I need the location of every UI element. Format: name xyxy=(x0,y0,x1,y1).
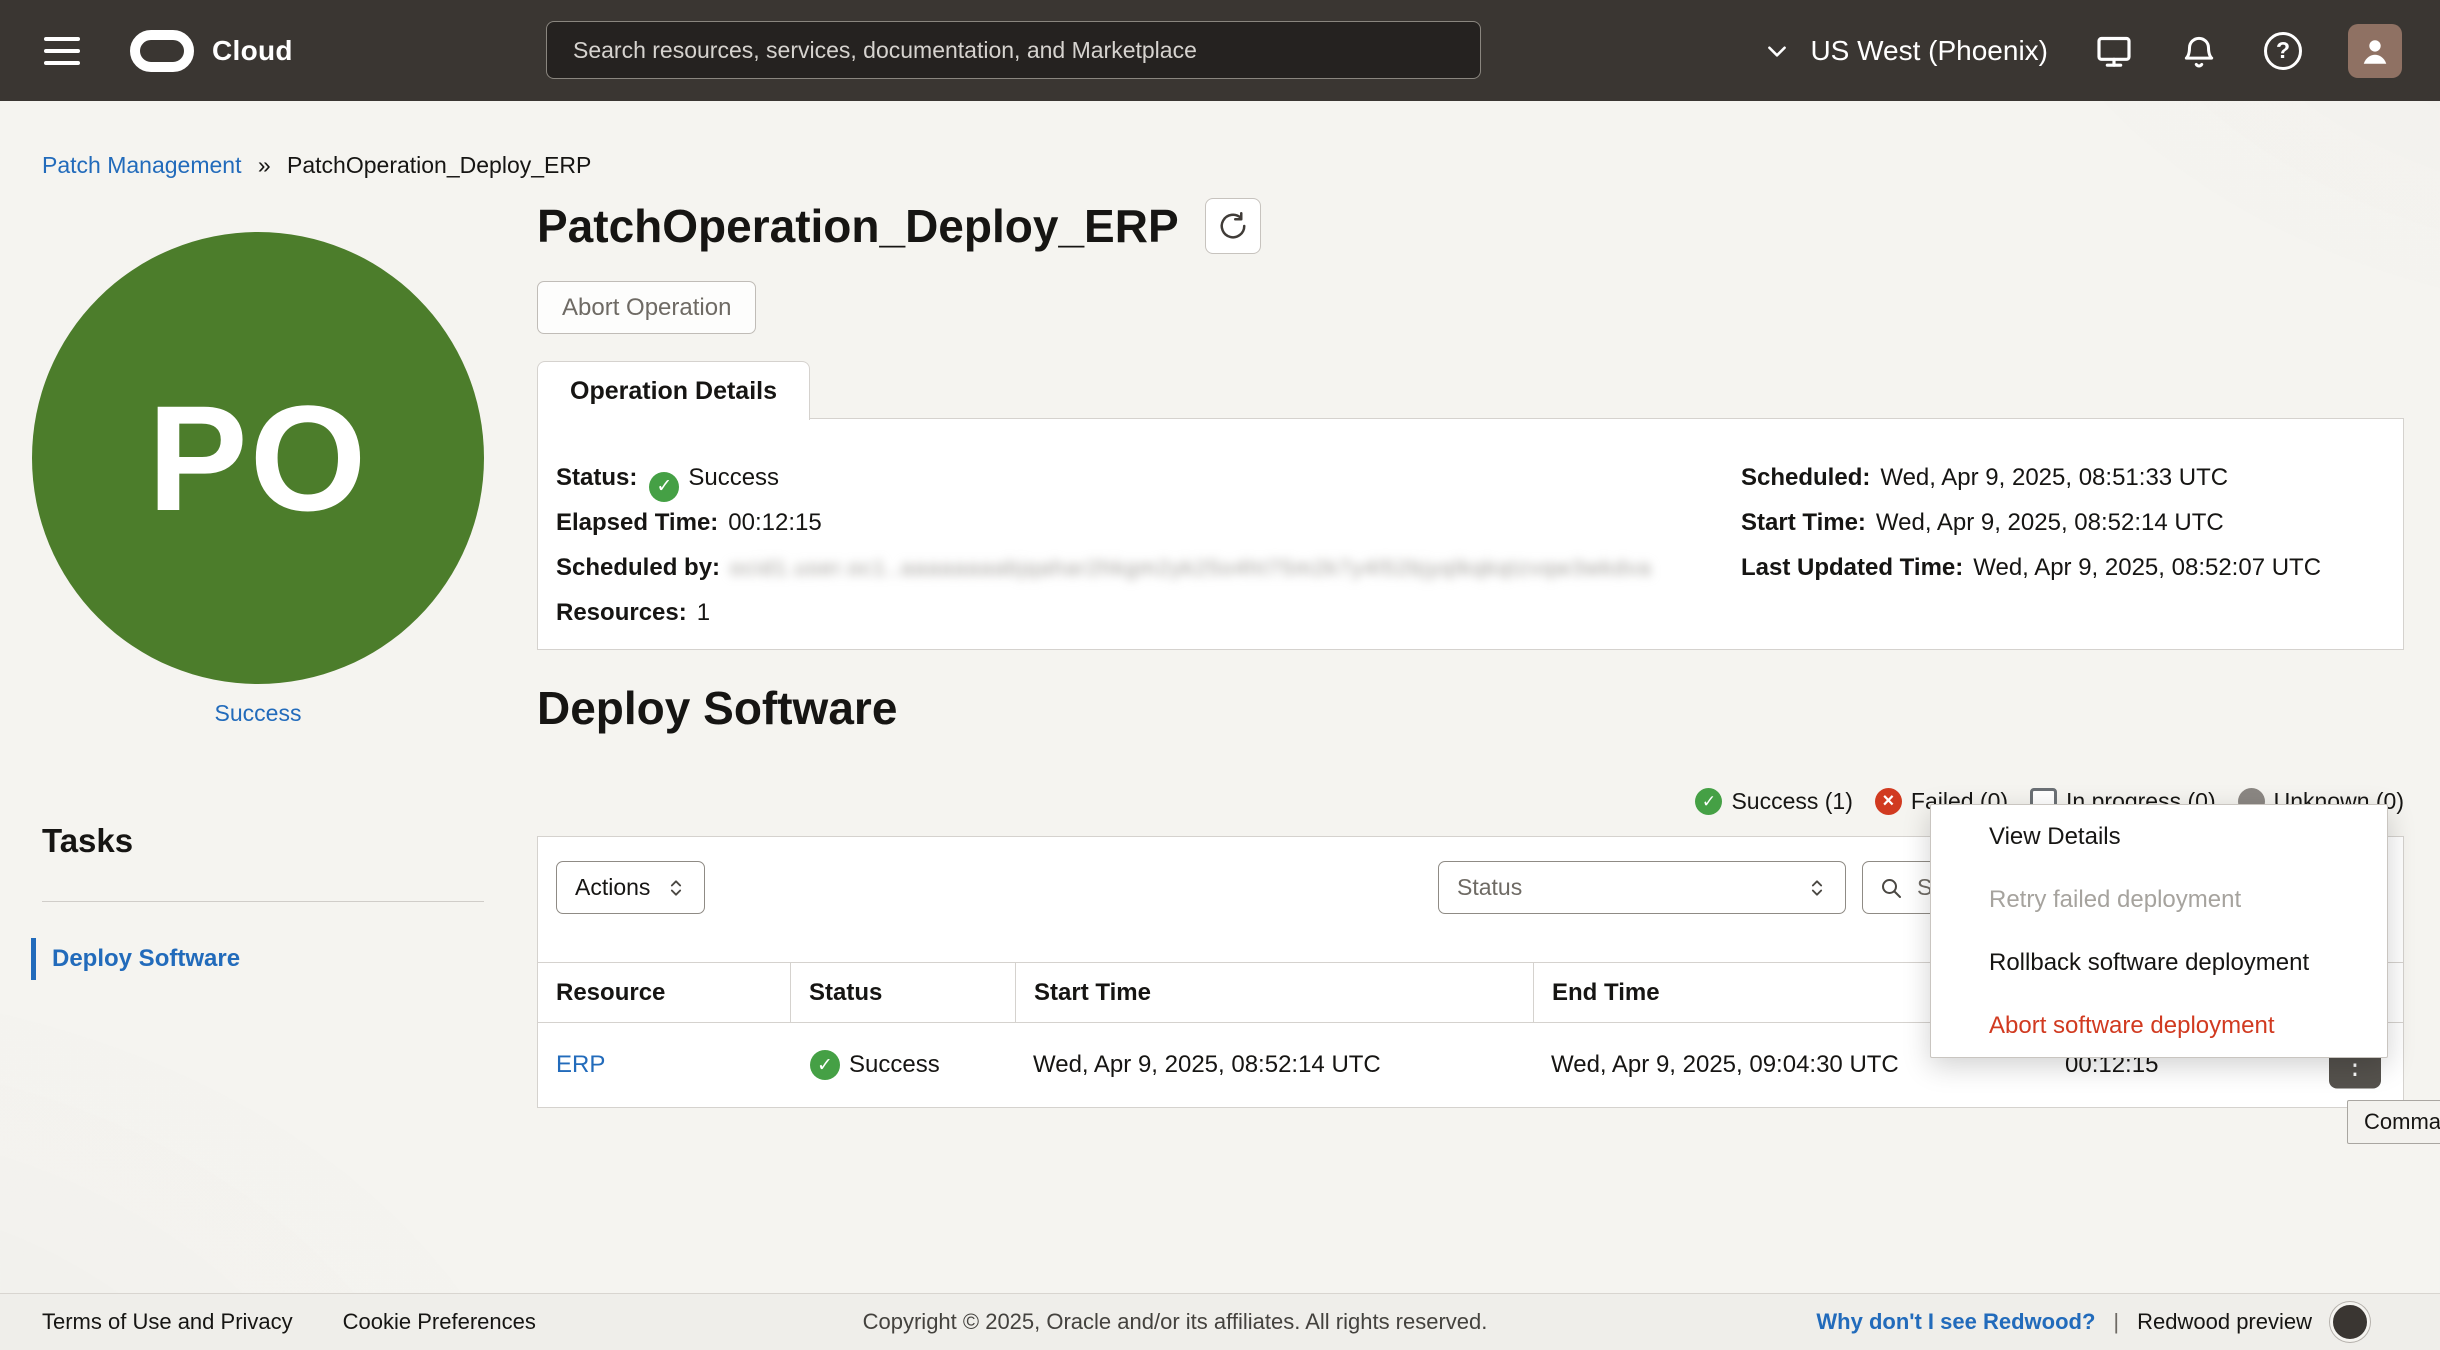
redacted-ocid-value: ocid1.user.oc1..aaaaaaaabjqahar2hkgm2yk2… xyxy=(730,557,1652,580)
menu-item-retry-failed-deployment: Retry failed deployment xyxy=(1931,868,2387,931)
details-left-column: Status: ✓ Success Elapsed Time: 00:12:15 Sc… xyxy=(556,455,1652,635)
chevron-down-icon xyxy=(1764,38,1790,64)
detail-label: Last Updated Time: xyxy=(1741,554,1963,581)
menu-item-rollback-software-deployment[interactable]: Rollback software deployment xyxy=(1931,931,2387,994)
oracle-logo-icon xyxy=(130,30,194,72)
region-selector[interactable]: US West (Phoenix) xyxy=(1764,35,2048,67)
detail-scheduled-row: Scheduled: Wed, Apr 9, 2025, 08:51:33 UTC xyxy=(1741,455,2321,500)
detail-status-row: Status: ✓ Success xyxy=(556,455,1652,500)
sidebar-item-deploy-software[interactable]: Deploy Software xyxy=(31,938,240,980)
row-status-label: Success xyxy=(849,1051,940,1079)
brand-label: Cloud xyxy=(212,35,293,67)
footer-divider: | xyxy=(2113,1309,2119,1335)
detail-label: Status: xyxy=(556,464,637,491)
breadcrumb-separator: » xyxy=(258,152,271,178)
actions-label: Actions xyxy=(575,874,650,901)
task-label: Deploy Software xyxy=(52,945,240,973)
tasks-divider xyxy=(42,901,484,902)
status-link[interactable]: Success xyxy=(32,700,484,727)
cell-start-time: Wed, Apr 9, 2025, 08:52:14 UTC xyxy=(1015,1023,1533,1107)
cell-status: ✓ Success xyxy=(790,1023,1015,1107)
notifications-bell-icon[interactable] xyxy=(2180,32,2218,70)
sort-chevrons-icon xyxy=(666,877,686,899)
details-right-column: Scheduled: Wed, Apr 9, 2025, 08:51:33 UTC… xyxy=(1741,455,2321,590)
detail-label: Elapsed Time: xyxy=(556,509,718,536)
region-label: US West (Phoenix) xyxy=(1810,35,2048,67)
detail-scheduled-by-row: Scheduled by: ocid1.user.oc1..aaaaaaaabjq… xyxy=(556,545,1652,590)
footer-links: Terms of Use and Privacy Cookie Preferen… xyxy=(42,1309,536,1335)
help-icon[interactable]: ? xyxy=(2264,32,2302,70)
cell-resource: ERP xyxy=(538,1023,790,1107)
row-context-menu: View Details Retry failed deployment Rol… xyxy=(1930,804,2388,1058)
refresh-icon xyxy=(1218,211,1248,241)
actions-menu-button[interactable]: Actions xyxy=(556,861,705,914)
footer: Terms of Use and Privacy Cookie Preferen… xyxy=(0,1293,2440,1350)
brand[interactable]: Cloud xyxy=(130,30,293,72)
breadcrumb-current: PatchOperation_Deploy_ERP xyxy=(287,152,591,178)
page-title: PatchOperation_Deploy_ERP xyxy=(537,199,1179,253)
summary-success-label: Success (1) xyxy=(1731,788,1852,815)
detail-value: Wed, Apr 9, 2025, 08:52:07 UTC xyxy=(1973,554,2321,581)
person-icon xyxy=(2357,33,2393,69)
search-icon xyxy=(1879,876,1903,900)
select-chevrons-icon xyxy=(1807,877,1827,899)
commands-tooltip: Commands xyxy=(2347,1100,2440,1144)
failed-cross-icon: × xyxy=(1875,788,1902,815)
resource-link-erp[interactable]: ERP xyxy=(556,1051,605,1079)
redwood-question-link[interactable]: Why don't I see Redwood? xyxy=(1816,1309,2095,1335)
detail-resources-row: Resources: 1 xyxy=(556,590,1652,635)
profile-avatar[interactable] xyxy=(2348,24,2402,78)
detail-value: Wed, Apr 9, 2025, 08:51:33 UTC xyxy=(1880,464,2228,491)
operation-initials-badge: PO xyxy=(32,232,484,684)
detail-value: 1 xyxy=(697,599,710,626)
redwood-preview-label: Redwood preview xyxy=(2137,1309,2312,1335)
summary-success: ✓ Success (1) xyxy=(1695,788,1852,815)
column-header-status[interactable]: Status xyxy=(790,963,1015,1022)
tab-label: Operation Details xyxy=(570,377,777,406)
column-header-start-time[interactable]: Start Time xyxy=(1015,963,1533,1022)
abort-operation-button[interactable]: Abort Operation xyxy=(537,281,756,334)
detail-last-updated-row: Last Updated Time: Wed, Apr 9, 2025, 08:5… xyxy=(1741,545,2321,590)
status-filter-select[interactable]: Status xyxy=(1438,861,1846,914)
breadcrumb: Patch Management » PatchOperation_Deploy… xyxy=(42,152,591,179)
detail-value: Wed, Apr 9, 2025, 08:52:14 UTC xyxy=(1876,509,2224,536)
detail-start-time-row: Start Time: Wed, Apr 9, 2025, 08:52:14 UT… xyxy=(1741,500,2321,545)
topbar-actions: US West (Phoenix) ? xyxy=(1764,0,2402,101)
detail-value: 00:12:15 xyxy=(728,509,821,536)
detail-elapsed-row: Elapsed Time: 00:12:15 xyxy=(556,500,1652,545)
hamburger-menu-icon[interactable] xyxy=(44,37,80,65)
breadcrumb-link-patch-management[interactable]: Patch Management xyxy=(42,152,241,178)
menu-item-view-details[interactable]: View Details xyxy=(1931,805,2387,868)
copyright-text: Copyright © 2025, Oracle and/or its affi… xyxy=(863,1309,1488,1335)
abort-operation-label: Abort Operation xyxy=(562,294,731,322)
success-check-icon: ✓ xyxy=(1695,788,1722,815)
success-check-icon: ✓ xyxy=(649,472,679,502)
operation-details-panel: Status: ✓ Success Elapsed Time: 00:12:15 Sc… xyxy=(537,418,2404,650)
cell-end-time: Wed, Apr 9, 2025, 09:04:30 UTC xyxy=(1533,1023,1985,1107)
footer-right: Why don't I see Redwood? | Redwood previ… xyxy=(1816,1302,2370,1342)
top-navigation-bar: Cloud US West (Phoenix) ? xyxy=(0,0,2440,101)
section-title-deploy-software: Deploy Software xyxy=(537,681,897,735)
column-header-resource[interactable]: Resource xyxy=(538,963,790,1022)
redwood-preview-toggle[interactable] xyxy=(2330,1302,2370,1342)
active-task-indicator xyxy=(31,938,36,980)
tasks-heading: Tasks xyxy=(42,822,133,860)
global-search-input[interactable] xyxy=(546,21,1481,79)
success-check-icon: ✓ xyxy=(810,1050,840,1080)
detail-label: Scheduled by: xyxy=(556,554,720,581)
cookie-preferences-link[interactable]: Cookie Preferences xyxy=(343,1309,536,1335)
console-monitor-icon[interactable] xyxy=(2094,31,2134,71)
column-header-end-time[interactable]: End Time xyxy=(1533,963,1985,1022)
detail-label: Start Time: xyxy=(1741,509,1866,536)
initials-label: PO xyxy=(148,372,369,545)
tab-operation-details[interactable]: Operation Details xyxy=(537,361,810,420)
detail-label: Resources: xyxy=(556,599,687,626)
refresh-button[interactable] xyxy=(1205,198,1261,254)
detail-label: Scheduled: xyxy=(1741,464,1870,491)
menu-item-abort-software-deployment[interactable]: Abort software deployment xyxy=(1931,994,2387,1057)
terms-link[interactable]: Terms of Use and Privacy xyxy=(42,1309,293,1335)
status-filter-label: Status xyxy=(1457,874,1522,901)
detail-value: Success xyxy=(688,464,779,491)
